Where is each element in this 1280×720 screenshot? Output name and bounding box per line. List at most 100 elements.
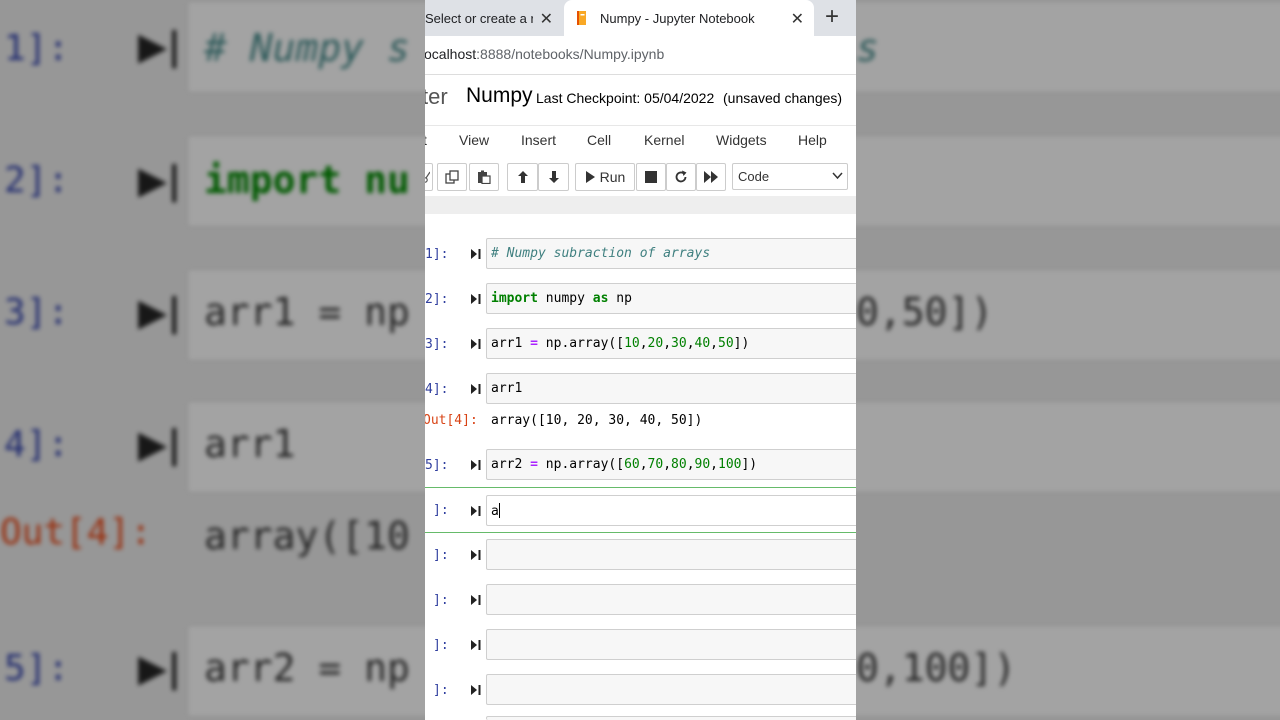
- cell-input[interactable]: [486, 539, 856, 570]
- menu-edit[interactable]: t: [425, 132, 427, 148]
- cut-button[interactable]: [425, 163, 433, 191]
- interrupt-button[interactable]: [636, 163, 666, 191]
- cell-input[interactable]: [486, 373, 856, 404]
- jupyter-logo[interactable]: ter: [425, 84, 448, 110]
- run-cell-icon[interactable]: [470, 292, 482, 304]
- cell-code[interactable]: import numpy as np: [491, 291, 632, 306]
- code-cell[interactable]: ]:: [425, 584, 856, 615]
- code-cell[interactable]: ]:: [425, 629, 856, 660]
- tab-select-create[interactable]: Select or create a r ✕: [425, 0, 561, 36]
- code-cell[interactable]: 4]: arr1 Out[4]: array([10, 20, 30, 40, …: [425, 373, 856, 433]
- menu-insert[interactable]: Insert: [521, 132, 556, 148]
- header-divider: [425, 196, 856, 214]
- code-cell[interactable]: 3]: arr1 = np.array([10,20,30,40,50]): [425, 328, 856, 359]
- output-prompt: Out[4]:: [425, 413, 478, 428]
- restart-run-all-button[interactable]: [696, 163, 726, 191]
- notebook-container: 1]: # Numpy subraction of arrays 2]: imp…: [425, 214, 856, 720]
- url-path: :8888/notebooks/Numpy.ipynb: [476, 46, 665, 62]
- input-prompt: ]:: [433, 548, 449, 563]
- cell-code[interactable]: arr1 = np.array([10,20,30,40,50]): [491, 336, 749, 351]
- input-prompt: 1]:: [425, 247, 449, 262]
- input-prompt: ]:: [433, 683, 449, 698]
- text-cursor: [498, 503, 500, 518]
- paste-button[interactable]: [469, 163, 499, 191]
- toolbar: Run Code: [425, 160, 856, 192]
- menu-help[interactable]: Help: [798, 132, 827, 148]
- jupyter-header: ter Numpy Last Checkpoint: 05/04/2022 (u…: [425, 75, 856, 126]
- menu-cell[interactable]: Cell: [587, 132, 611, 148]
- close-tab-icon[interactable]: ✕: [791, 9, 804, 29]
- cell-input[interactable]: [486, 495, 856, 526]
- cell-type-value: Code: [738, 169, 770, 184]
- cut-icon: [425, 170, 430, 184]
- cell-type-select[interactable]: Code: [732, 163, 848, 190]
- run-cell-icon[interactable]: [470, 382, 482, 394]
- tab-strip: Select or create a r ✕ Numpy - Jupyter N…: [425, 0, 856, 36]
- run-cell-icon[interactable]: [470, 638, 482, 650]
- menubar: t View Insert Cell Kernel Widgets Help: [425, 126, 856, 156]
- input-prompt: ]:: [433, 638, 449, 653]
- code-cell[interactable]: 2]: import numpy as np: [425, 283, 856, 314]
- run-cell-icon[interactable]: [470, 247, 482, 259]
- input-prompt: 4]:: [425, 382, 449, 397]
- unsaved-status: (unsaved changes): [723, 90, 843, 106]
- code-cell[interactable]: ]:: [425, 674, 856, 705]
- notebook-name[interactable]: Numpy: [466, 84, 533, 108]
- address-bar[interactable]: ocalhost:8888/notebooks/Numpy.ipynb: [425, 36, 856, 75]
- code-cell[interactable]: 1]: # Numpy subraction of arrays: [425, 238, 856, 269]
- menu-view[interactable]: View: [459, 132, 489, 148]
- input-prompt: ]:: [433, 593, 449, 608]
- move-down-icon: [548, 170, 560, 184]
- input-prompt: ]:: [433, 503, 449, 518]
- restart-button[interactable]: [666, 163, 696, 191]
- input-prompt: 3]:: [425, 337, 449, 352]
- checkpoint-status: Last Checkpoint: 05/04/2022: [536, 90, 715, 106]
- code-cell[interactable]: ]:: [425, 539, 856, 570]
- restart-icon: [674, 170, 688, 184]
- run-icon: [585, 171, 595, 183]
- cell-code[interactable]: # Numpy subraction of arrays: [491, 246, 710, 261]
- copy-button[interactable]: [437, 163, 467, 191]
- input-prompt: 2]:: [425, 292, 449, 307]
- cell-code[interactable]: a: [491, 503, 500, 519]
- cell-output: array([10, 20, 30, 40, 50]): [491, 413, 703, 428]
- cell-code[interactable]: arr2 = np.array([60,70,80,90,100]): [491, 457, 757, 472]
- run-cell-icon[interactable]: [470, 548, 482, 560]
- fast-forward-icon: [704, 171, 718, 183]
- url-host: ocalhost: [425, 46, 477, 62]
- active-code-cell[interactable]: ]: a: [425, 487, 856, 533]
- cell-input[interactable]: [486, 674, 856, 705]
- run-cell-icon[interactable]: [470, 593, 482, 605]
- run-label: Run: [599, 169, 626, 185]
- cell-input[interactable]: [486, 629, 856, 660]
- menu-widgets[interactable]: Widgets: [716, 132, 767, 148]
- typed-text: a: [491, 504, 499, 519]
- cell-input[interactable]: [486, 716, 856, 720]
- input-prompt: 5]:: [425, 458, 449, 473]
- tab-title: Numpy - Jupyter Notebook: [600, 10, 755, 26]
- comment-text: # Numpy subraction of arrays: [491, 246, 711, 261]
- tab-jupyter-notebook[interactable]: Numpy - Jupyter Notebook ✕: [564, 0, 814, 36]
- cell-input[interactable]: [486, 584, 856, 615]
- chevron-down-icon: [832, 169, 843, 184]
- new-tab-button[interactable]: +: [825, 4, 839, 30]
- move-up-icon: [517, 170, 529, 184]
- run-cell-icon[interactable]: [470, 458, 482, 470]
- run-cell-icon[interactable]: [470, 504, 482, 516]
- url-text[interactable]: ocalhost:8888/notebooks/Numpy.ipynb: [425, 46, 664, 62]
- code-cell[interactable]: 5]: arr2 = np.array([60,70,80,90,100]): [425, 449, 856, 480]
- move-up-button[interactable]: [507, 163, 538, 191]
- copy-icon: [445, 170, 459, 184]
- stop-icon: [645, 171, 657, 183]
- move-down-button[interactable]: [538, 163, 569, 191]
- close-tab-icon[interactable]: ✕: [540, 9, 553, 29]
- menu-kernel[interactable]: Kernel: [644, 132, 684, 148]
- run-cell-icon[interactable]: [470, 683, 482, 695]
- run-button[interactable]: Run: [575, 163, 635, 191]
- paste-icon: [477, 170, 491, 184]
- code-cell[interactable]: [425, 716, 856, 720]
- jupyter-notebook-tab-icon: [574, 10, 588, 26]
- run-cell-icon[interactable]: [470, 337, 482, 349]
- cell-code[interactable]: arr1: [491, 381, 522, 396]
- browser-window: Select or create a r ✕ Numpy - Jupyter N…: [425, 0, 856, 720]
